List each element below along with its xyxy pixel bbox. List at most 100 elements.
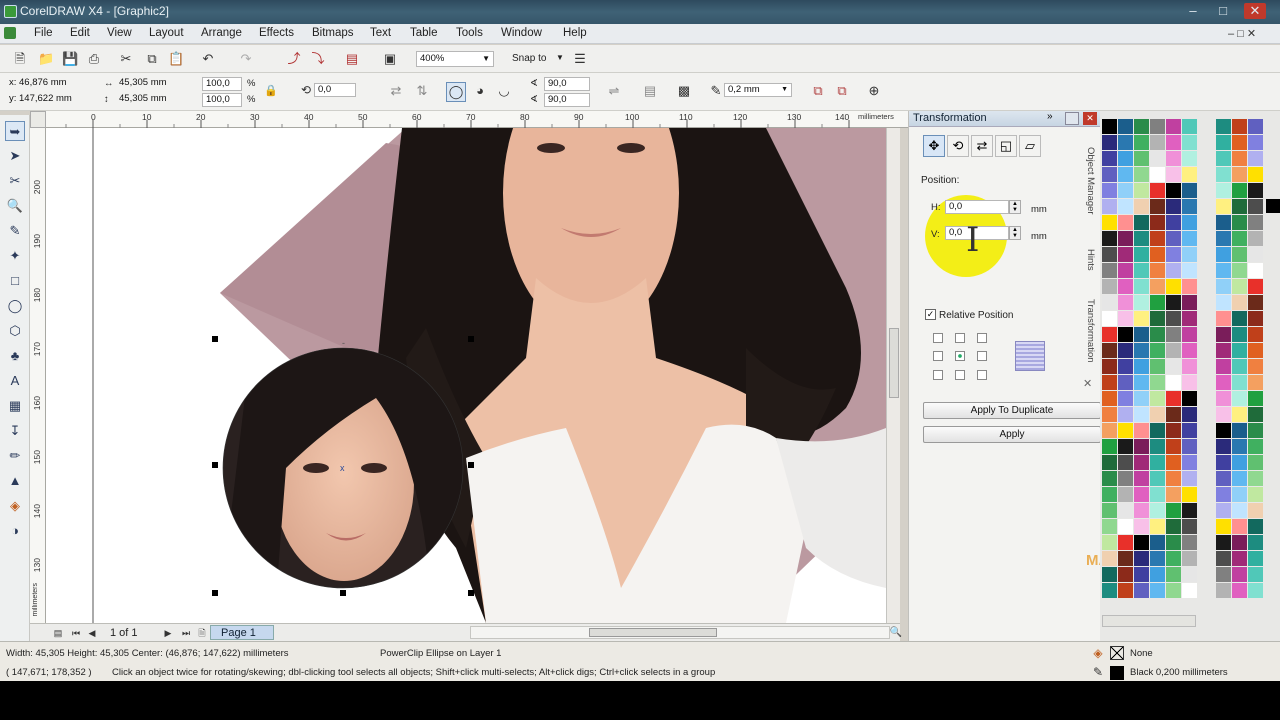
color-swatch[interactable] <box>1134 279 1149 294</box>
selection-handle[interactable] <box>212 462 218 468</box>
color-swatch[interactable] <box>1232 199 1247 214</box>
color-swatch[interactable] <box>1182 343 1197 358</box>
color-swatch[interactable] <box>1248 279 1263 294</box>
export-icon[interactable]: ⤵ <box>310 51 326 67</box>
color-swatch[interactable] <box>1248 423 1263 438</box>
close-tab-icon[interactable]: ✕ <box>1083 377 1092 390</box>
color-swatch[interactable] <box>1150 327 1165 342</box>
color-swatch[interactable] <box>1134 263 1149 278</box>
color-swatch[interactable] <box>1248 391 1263 406</box>
color-swatch[interactable] <box>1150 439 1165 454</box>
horizontal-scrollbar[interactable] <box>470 626 890 639</box>
color-swatch[interactable] <box>1166 567 1181 582</box>
anchor-top-center[interactable] <box>955 333 965 343</box>
color-swatch[interactable] <box>1216 311 1231 326</box>
zoom-level-select[interactable]: 400% ▼ <box>416 51 494 67</box>
color-swatch[interactable] <box>1232 359 1247 374</box>
color-swatch[interactable] <box>1102 135 1117 150</box>
to-back-icon[interactable]: ⧉ <box>834 83 850 99</box>
color-swatch[interactable] <box>1102 359 1117 374</box>
color-swatch[interactable] <box>1150 423 1165 438</box>
menu-window[interactable]: Window <box>501 27 542 39</box>
color-swatch[interactable] <box>1150 359 1165 374</box>
color-swatch[interactable] <box>1150 343 1165 358</box>
app-launcher-icon[interactable]: ▤ <box>344 51 360 67</box>
zoom-navigator-icon[interactable]: 🔍 <box>888 625 904 641</box>
v-spinner[interactable]: ▲ ▼ <box>1009 226 1021 240</box>
color-swatch[interactable] <box>1182 119 1197 134</box>
to-front-icon[interactable]: ⧉ <box>810 83 826 99</box>
color-swatch[interactable] <box>1166 359 1181 374</box>
color-swatch[interactable] <box>1182 295 1197 310</box>
selection-handle[interactable] <box>340 590 346 596</box>
basic-shapes-tool-icon[interactable]: ♣ <box>5 346 25 366</box>
color-swatch[interactable] <box>1166 215 1181 230</box>
menu-view[interactable]: View <box>107 27 132 39</box>
doc-window-controls[interactable]: – □ ✕ <box>1228 27 1256 40</box>
color-swatch[interactable] <box>1182 391 1197 406</box>
color-swatch[interactable] <box>1134 423 1149 438</box>
paste-icon[interactable]: 📋 <box>168 51 184 67</box>
color-swatch[interactable] <box>1248 455 1263 470</box>
selection-handle[interactable] <box>468 462 474 468</box>
color-swatch[interactable] <box>1150 503 1165 518</box>
color-swatch[interactable] <box>1166 391 1181 406</box>
color-swatch[interactable] <box>1166 167 1181 182</box>
color-swatch[interactable] <box>1232 327 1247 342</box>
color-swatch[interactable] <box>1232 535 1247 550</box>
color-swatch[interactable] <box>1102 407 1117 422</box>
color-swatch[interactable] <box>1232 567 1247 582</box>
color-swatch[interactable] <box>1166 199 1181 214</box>
color-swatch[interactable] <box>1166 535 1181 550</box>
color-swatch[interactable] <box>1134 183 1149 198</box>
rotation-angle-field[interactable]: 0,0 <box>314 83 356 97</box>
minimize-docker-icon[interactable] <box>1065 112 1079 125</box>
color-swatch[interactable] <box>1182 535 1197 550</box>
color-swatch[interactable] <box>1134 327 1149 342</box>
color-swatch[interactable] <box>1216 327 1231 342</box>
menu-text[interactable]: Text <box>370 27 391 39</box>
color-swatch[interactable] <box>1216 455 1231 470</box>
color-swatch[interactable] <box>1118 231 1133 246</box>
color-swatch[interactable] <box>1134 311 1149 326</box>
scroll-thumb[interactable] <box>589 628 717 637</box>
color-swatch[interactable] <box>1182 487 1197 502</box>
close-button[interactable]: ✕ <box>1244 3 1266 19</box>
color-swatch[interactable] <box>1118 455 1133 470</box>
outline-width-select[interactable]: 0,2 mm ▼ <box>724 83 792 97</box>
color-swatch[interactable] <box>1118 215 1133 230</box>
shape-tool-icon[interactable]: ➤ <box>5 146 25 166</box>
color-swatch[interactable] <box>1182 439 1197 454</box>
color-swatch[interactable] <box>1150 119 1165 134</box>
color-swatch[interactable] <box>1232 423 1247 438</box>
color-swatch[interactable] <box>1182 503 1197 518</box>
width-field[interactable]: 45,305 mm <box>116 77 186 91</box>
color-swatch[interactable] <box>1102 391 1117 406</box>
color-swatch[interactable] <box>1150 279 1165 294</box>
color-swatch[interactable] <box>1166 135 1181 150</box>
color-swatch[interactable] <box>1232 551 1247 566</box>
color-swatch[interactable] <box>1150 295 1165 310</box>
horizontal-ruler[interactable]: 0 10 20 30 40 50 60 70 80 90 100 110 120… <box>30 111 908 128</box>
color-swatch[interactable] <box>1182 567 1197 582</box>
color-swatch[interactable] <box>1216 471 1231 486</box>
freehand-tool-icon[interactable]: ✎ <box>5 221 25 241</box>
color-swatch[interactable] <box>1134 359 1149 374</box>
color-swatch[interactable] <box>1134 455 1149 470</box>
color-swatch[interactable] <box>1232 231 1247 246</box>
color-swatch[interactable] <box>1248 183 1263 198</box>
selection-handle[interactable] <box>212 336 218 342</box>
color-swatch[interactable] <box>1216 359 1231 374</box>
ellipse-mode-icon[interactable]: ◯ <box>446 82 466 102</box>
color-swatch[interactable] <box>1150 583 1165 598</box>
color-swatch[interactable] <box>1166 439 1181 454</box>
color-swatch[interactable] <box>1118 583 1133 598</box>
menu-effects[interactable]: Effects <box>259 27 294 39</box>
color-swatch[interactable] <box>1134 231 1149 246</box>
menu-bitmaps[interactable]: Bitmaps <box>312 27 354 39</box>
ellipse-tool-icon[interactable]: ◯ <box>5 296 25 316</box>
next-page-icon[interactable]: ▶ <box>160 625 176 641</box>
color-swatch[interactable] <box>1216 135 1231 150</box>
color-swatch[interactable] <box>1118 535 1133 550</box>
color-swatch[interactable] <box>1118 375 1133 390</box>
